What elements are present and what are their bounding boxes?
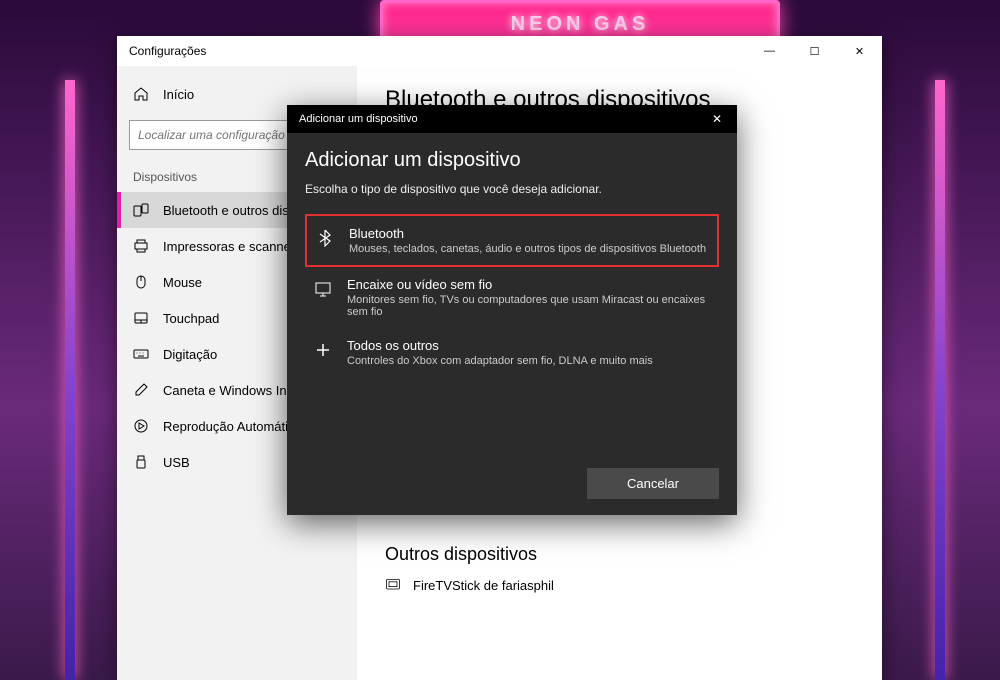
- window-title: Configurações: [129, 44, 206, 58]
- devices-icon: [133, 202, 149, 218]
- mouse-icon: [133, 274, 149, 290]
- sidebar-item-label: Reprodução Automática: [163, 419, 302, 434]
- option-title: Todos os outros: [347, 338, 711, 353]
- option-title: Bluetooth: [349, 226, 709, 241]
- printer-icon: [133, 238, 149, 254]
- dialog-title: Adicionar um dispositivo: [299, 113, 418, 125]
- dialog-heading: Adicionar um dispositivo: [305, 149, 719, 172]
- add-device-dialog: Adicionar um dispositivo ✕ Adicionar um …: [287, 105, 737, 515]
- home-label: Início: [163, 87, 194, 102]
- sidebar-item-label: Touchpad: [163, 311, 219, 326]
- option-wireless-display[interactable]: Encaixe ou vídeo sem fio Monitores sem f…: [305, 267, 719, 328]
- device-icon: [385, 577, 401, 593]
- section-heading: Outros dispositivos: [385, 544, 854, 565]
- keyboard-icon: [133, 346, 149, 362]
- autoplay-icon: [133, 418, 149, 434]
- minimize-button[interactable]: —: [747, 36, 792, 66]
- pen-icon: [133, 382, 149, 398]
- maximize-button[interactable]: ☐: [792, 36, 837, 66]
- device-row[interactable]: FireTVStick de fariasphil: [385, 577, 854, 593]
- sidebar-item-label: Digitação: [163, 347, 217, 362]
- sidebar-item-label: Caneta e Windows Ink: [163, 383, 293, 398]
- dialog-subtitle: Escolha o tipo de dispositivo que você d…: [305, 182, 719, 196]
- neon-pole: [935, 80, 945, 680]
- window-controls: — ☐ ✕: [747, 36, 882, 66]
- option-bluetooth[interactable]: Bluetooth Mouses, teclados, canetas, áud…: [305, 214, 719, 267]
- sidebar-item-label: USB: [163, 455, 190, 470]
- dialog-footer: Cancelar: [287, 456, 737, 515]
- dialog-close-button[interactable]: ✕: [697, 105, 737, 133]
- neon-sign-text: NEON GAS: [383, 3, 777, 36]
- option-text: Todos os outros Controles do Xbox com ad…: [347, 338, 711, 367]
- sidebar-item-label: Impressoras e scanners: [163, 239, 302, 254]
- option-text: Encaixe ou vídeo sem fio Monitores sem f…: [347, 277, 711, 318]
- home-icon: [133, 86, 149, 102]
- touchpad-icon: [133, 310, 149, 326]
- option-everything-else[interactable]: Todos os outros Controles do Xbox com ad…: [305, 328, 719, 377]
- usb-icon: [133, 454, 149, 470]
- cancel-button[interactable]: Cancelar: [587, 468, 719, 499]
- option-text: Bluetooth Mouses, teclados, canetas, áud…: [349, 226, 709, 255]
- bluetooth-icon: [315, 228, 335, 248]
- close-button[interactable]: ✕: [837, 36, 882, 66]
- option-desc: Monitores sem fio, TVs ou computadores q…: [347, 294, 711, 318]
- device-name: FireTVStick de fariasphil: [413, 578, 554, 593]
- dialog-content: Adicionar um dispositivo Escolha o tipo …: [287, 133, 737, 456]
- monitor-icon: [313, 279, 333, 299]
- sidebar-item-label: Mouse: [163, 275, 202, 290]
- other-devices-section: Outros dispositivos FireTVStick de faria…: [385, 544, 854, 593]
- neon-pole: [65, 80, 75, 680]
- option-desc: Controles do Xbox com adaptador sem fio,…: [347, 355, 711, 367]
- plus-icon: [313, 340, 333, 360]
- option-title: Encaixe ou vídeo sem fio: [347, 277, 711, 292]
- option-desc: Mouses, teclados, canetas, áudio e outro…: [349, 243, 709, 255]
- titlebar: Configurações — ☐ ✕: [117, 36, 882, 66]
- dialog-titlebar: Adicionar um dispositivo ✕: [287, 105, 737, 133]
